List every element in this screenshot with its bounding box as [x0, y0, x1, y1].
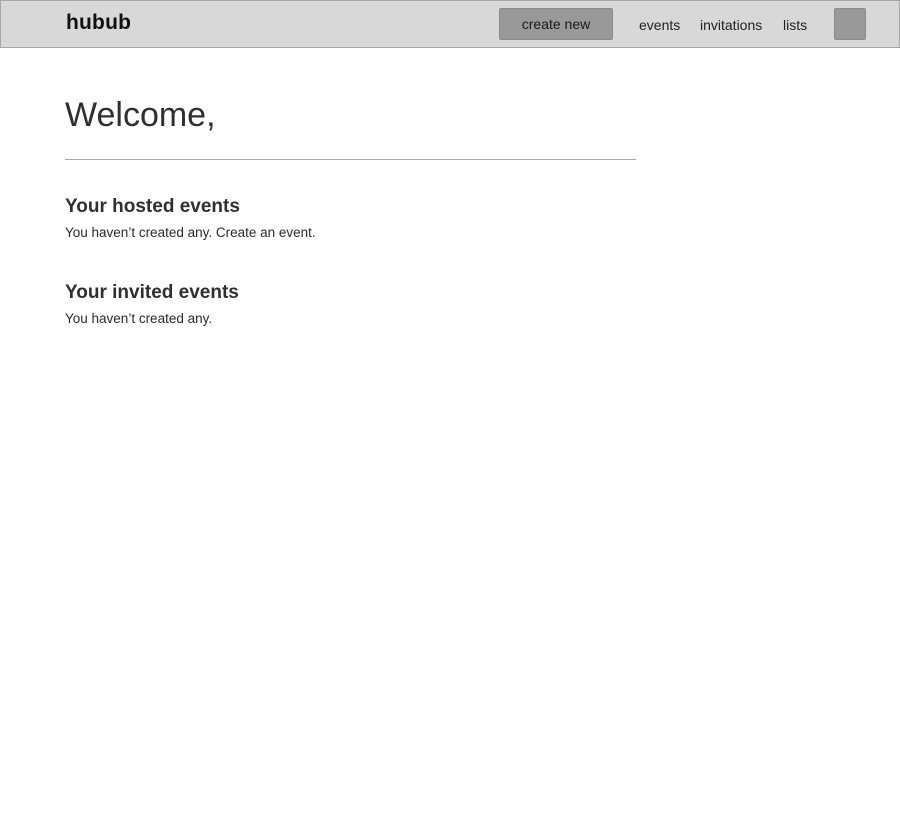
- invited-events-empty-message: You haven’t created any.: [65, 310, 636, 328]
- hosted-events-empty-text: You haven’t created any.: [65, 225, 213, 240]
- hosted-events-heading: Your hosted events: [65, 196, 240, 217]
- invited-events-empty-text: You haven’t created any.: [65, 311, 213, 326]
- create-event-link[interactable]: Create an event.: [216, 225, 316, 240]
- page-title: Welcome,: [65, 96, 216, 134]
- create-new-button[interactable]: create new: [499, 8, 613, 40]
- nav-link-events[interactable]: events: [639, 17, 680, 33]
- top-navbar: hubub create new events invitations list…: [0, 0, 900, 48]
- nav-link-lists[interactable]: lists: [783, 17, 807, 33]
- avatar[interactable]: [834, 8, 866, 40]
- hosted-events-empty-message: You haven’t created any. Create an event…: [65, 224, 636, 242]
- main-content: Welcome, Your hosted events You haven’t …: [65, 90, 636, 328]
- brand-logo[interactable]: hubub: [66, 11, 131, 35]
- divider: [65, 159, 636, 160]
- nav-link-invitations[interactable]: invitations: [700, 17, 762, 33]
- invited-events-heading: Your invited events: [65, 282, 239, 303]
